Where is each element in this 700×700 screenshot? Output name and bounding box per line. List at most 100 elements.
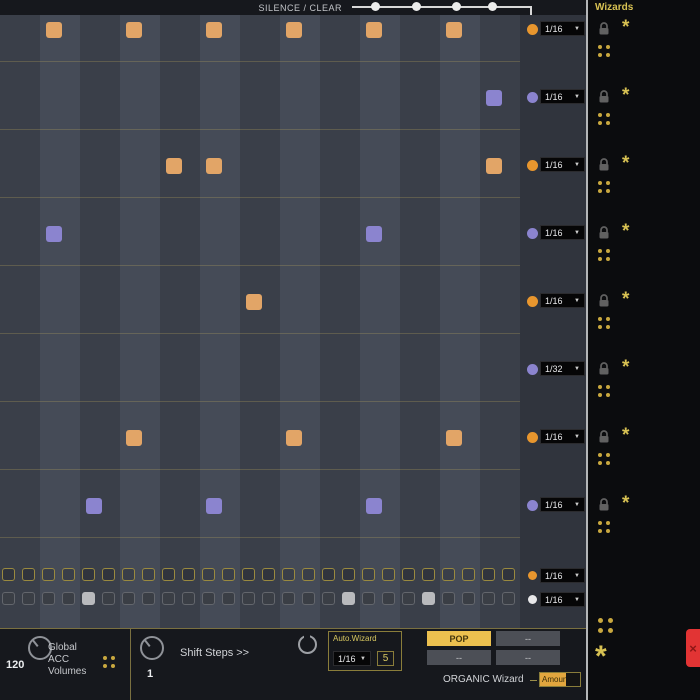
gate-lane-cell-13[interactable] bbox=[242, 592, 255, 605]
track-6-wizard-button[interactable]: * bbox=[622, 358, 629, 377]
gate-lane-cell-6[interactable] bbox=[102, 592, 115, 605]
gate-lane-cell-2[interactable] bbox=[22, 592, 35, 605]
accent-lane-cell-23[interactable] bbox=[442, 568, 455, 581]
track-6-rate-dropdown[interactable]: 1/32 ▼ bbox=[540, 361, 585, 376]
gate-lane-cell-19[interactable] bbox=[362, 592, 375, 605]
track-7-lock-icon[interactable] bbox=[598, 430, 610, 443]
track-8-color-dot[interactable] bbox=[527, 500, 538, 511]
track-4-step-cell-2[interactable] bbox=[46, 226, 62, 242]
gate-lane-cell-12[interactable] bbox=[222, 592, 235, 605]
gate-lane-cell-11[interactable] bbox=[202, 592, 215, 605]
accent-lane-cell-19[interactable] bbox=[362, 568, 375, 581]
accent-lane-cell-12[interactable] bbox=[222, 568, 235, 581]
accent-lane-cell-8[interactable] bbox=[142, 568, 155, 581]
accent-lane-cell-21[interactable] bbox=[402, 568, 415, 581]
accent-lane-rate-dropdown[interactable]: 1/16 ▼ bbox=[540, 568, 585, 583]
silence-knob-3[interactable] bbox=[452, 2, 461, 11]
track-2-rate-dropdown[interactable]: 1/16 ▼ bbox=[540, 89, 585, 104]
gate-lane-cell-4[interactable] bbox=[62, 592, 75, 605]
track-7-step-cell-8[interactable] bbox=[286, 430, 302, 446]
accent-lane-cell-15[interactable] bbox=[282, 568, 295, 581]
accent-lane-cell-14[interactable] bbox=[262, 568, 275, 581]
accent-lane-cell-1[interactable] bbox=[2, 568, 15, 581]
accent-lane-cell-3[interactable] bbox=[42, 568, 55, 581]
accent-lane-cell-11[interactable] bbox=[202, 568, 215, 581]
track-1-wizard-button[interactable]: * bbox=[622, 18, 629, 37]
accent-lane-cell-25[interactable] bbox=[482, 568, 495, 581]
gate-lane-cell-23[interactable] bbox=[442, 592, 455, 605]
track-8-step-cell-10[interactable] bbox=[366, 498, 382, 514]
track-3-step-cell-5[interactable] bbox=[166, 158, 182, 174]
track-3-lock-icon[interactable] bbox=[598, 158, 610, 171]
shift-steps-knob[interactable] bbox=[140, 636, 164, 660]
gate-lane-cell-5[interactable] bbox=[82, 592, 95, 605]
gate-lane-rate-dropdown[interactable]: 1/16 ▼ bbox=[540, 592, 585, 607]
track-1-color-dot[interactable] bbox=[527, 24, 538, 35]
track-1-step-cell-2[interactable] bbox=[46, 22, 62, 38]
track-8-drag-handle[interactable] bbox=[598, 521, 610, 533]
accent-lane-cell-18[interactable] bbox=[342, 568, 355, 581]
gate-lane-cell-25[interactable] bbox=[482, 592, 495, 605]
gate-lane-cell-3[interactable] bbox=[42, 592, 55, 605]
accent-lane-cell-16[interactable] bbox=[302, 568, 315, 581]
gate-lane-cell-26[interactable] bbox=[502, 592, 515, 605]
track-6-drag-handle[interactable] bbox=[598, 385, 610, 397]
track-1-step-cell-6[interactable] bbox=[206, 22, 222, 38]
track-1-lock-icon[interactable] bbox=[598, 22, 610, 35]
gate-lane-cell-18[interactable] bbox=[342, 592, 355, 605]
accent-lane-cell-20[interactable] bbox=[382, 568, 395, 581]
accent-lane-cell-24[interactable] bbox=[462, 568, 475, 581]
gate-lane-cell-17[interactable] bbox=[322, 592, 335, 605]
track-1-drag-handle[interactable] bbox=[598, 45, 610, 57]
global-drag-handle[interactable] bbox=[598, 618, 613, 633]
track-1-step-cell-4[interactable] bbox=[126, 22, 142, 38]
track-3-rate-dropdown[interactable]: 1/16 ▼ bbox=[540, 157, 585, 172]
preset-button-3[interactable]: -- bbox=[427, 650, 491, 665]
track-2-color-dot[interactable] bbox=[527, 92, 538, 103]
track-4-drag-handle[interactable] bbox=[598, 249, 610, 261]
track-5-wizard-button[interactable]: * bbox=[622, 290, 629, 309]
track-3-color-dot[interactable] bbox=[527, 160, 538, 171]
organic-amount-control[interactable]: Amount bbox=[539, 672, 581, 687]
accent-lane-cell-6[interactable] bbox=[102, 568, 115, 581]
track-5-color-dot[interactable] bbox=[527, 296, 538, 307]
auto-wizard-count[interactable]: 5 bbox=[377, 651, 394, 666]
track-1-step-cell-12[interactable] bbox=[446, 22, 462, 38]
track-2-wizard-button[interactable]: * bbox=[622, 86, 629, 105]
track-8-rate-dropdown[interactable]: 1/16 ▼ bbox=[540, 497, 585, 512]
volumes-drag-handle[interactable] bbox=[103, 656, 115, 668]
track-5-drag-handle[interactable] bbox=[598, 317, 610, 329]
preset-button-2[interactable]: -- bbox=[496, 631, 560, 646]
global-wizard-button[interactable]: * bbox=[595, 642, 607, 672]
track-3-wizard-button[interactable]: * bbox=[622, 154, 629, 173]
power-button[interactable] bbox=[298, 631, 317, 654]
gate-lane-cell-8[interactable] bbox=[142, 592, 155, 605]
accent-lane-cell-7[interactable] bbox=[122, 568, 135, 581]
track-4-color-dot[interactable] bbox=[527, 228, 538, 239]
track-1-step-cell-10[interactable] bbox=[366, 22, 382, 38]
track-6-lock-icon[interactable] bbox=[598, 362, 610, 375]
track-7-rate-dropdown[interactable]: 1/16 ▼ bbox=[540, 429, 585, 444]
silence-knob-4[interactable] bbox=[488, 2, 497, 11]
panic-button[interactable]: × bbox=[686, 629, 700, 667]
gate-lane-cell-10[interactable] bbox=[182, 592, 195, 605]
accent-lane-cell-17[interactable] bbox=[322, 568, 335, 581]
preset-button-pop[interactable]: POP bbox=[427, 631, 491, 646]
track-4-wizard-button[interactable]: * bbox=[622, 222, 629, 241]
track-8-wizard-button[interactable]: * bbox=[622, 494, 629, 513]
track-1-rate-dropdown[interactable]: 1/16 ▼ bbox=[540, 21, 585, 36]
track-3-step-cell-6[interactable] bbox=[206, 158, 222, 174]
track-4-rate-dropdown[interactable]: 1/16 ▼ bbox=[540, 225, 585, 240]
track-8-step-cell-6[interactable] bbox=[206, 498, 222, 514]
track-8-lock-icon[interactable] bbox=[598, 498, 610, 511]
track-7-color-dot[interactable] bbox=[527, 432, 538, 443]
track-6-color-dot[interactable] bbox=[527, 364, 538, 375]
track-4-step-cell-10[interactable] bbox=[366, 226, 382, 242]
silence-knob-1[interactable] bbox=[371, 2, 380, 11]
track-3-drag-handle[interactable] bbox=[598, 181, 610, 193]
track-5-rate-dropdown[interactable]: 1/16 ▼ bbox=[540, 293, 585, 308]
accent-lane-cell-4[interactable] bbox=[62, 568, 75, 581]
track-7-drag-handle[interactable] bbox=[598, 453, 610, 465]
track-7-step-cell-4[interactable] bbox=[126, 430, 142, 446]
gate-lane-cell-22[interactable] bbox=[422, 592, 435, 605]
